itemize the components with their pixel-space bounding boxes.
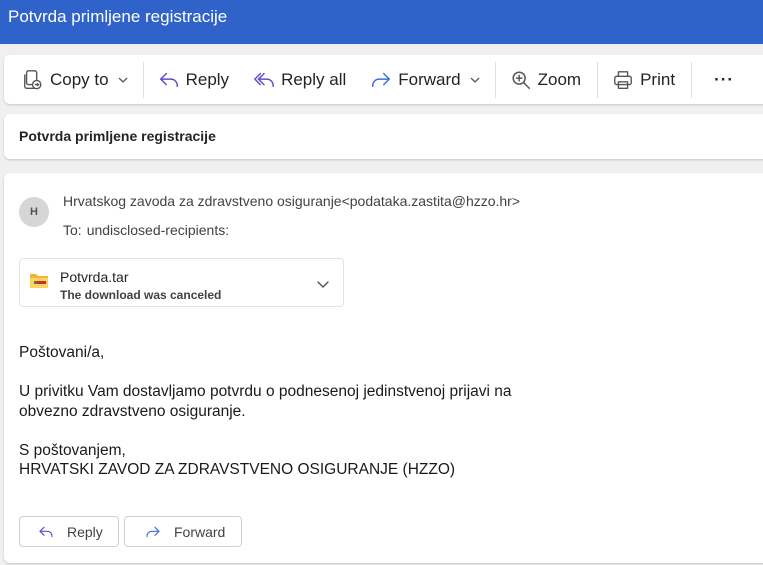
toolbar-divider [494,61,496,98]
bottom-forward-label: Forward [174,523,226,540]
reply-icon [159,72,178,87]
bottom-reply-button[interactable]: Reply [19,516,119,547]
message-toolbar: Copy to Reply Reply all Forward Zoom Pri… [4,55,763,104]
body-signoff: S poštovanjem, [19,441,126,459]
reply-all-label: Reply all [281,69,347,89]
bottom-reply-label: Reply [67,523,103,540]
zoom-icon [512,70,530,89]
print-label: Print [640,69,676,89]
chevron-down-icon [470,77,480,83]
body-line: U privitku Vam dostavljamo potvrdu o pod… [19,383,512,400]
print-icon [614,70,633,89]
window-title: Potvrda primljene registracije [8,7,228,26]
zoom-label: Zoom [537,69,582,89]
recipients-value[interactable]: undisclosed-recipients: [87,222,229,238]
recipients-line: To: undisclosed-recipients: [63,222,229,238]
toolbar-divider [142,61,144,98]
archive-folder-icon [30,274,48,288]
chevron-down-icon [118,77,128,83]
reply-button[interactable]: Reply [150,62,237,98]
more-options-button[interactable]: ··· [706,62,742,98]
more-options-icon: ··· [714,69,735,89]
attachment-card[interactable]: Potvrda.tar The download was canceled [19,258,344,307]
toolbar-divider [691,61,693,98]
body-line: obvezno zdravstveno osiguranje. [19,402,246,420]
reply-icon [39,526,53,537]
print-button[interactable]: Print [604,62,683,98]
zoom-button[interactable]: Zoom [502,62,589,98]
attachment-status: The download was canceled [60,288,222,302]
avatar-initial: H [30,206,38,218]
subject-header: Potvrda primljene registracije [4,114,763,159]
reply-all-button[interactable]: Reply all [245,62,354,98]
bottom-forward-button[interactable]: Forward [124,516,242,547]
forward-button[interactable]: Forward [362,62,488,98]
forward-icon [372,72,391,87]
copy-to-label: Copy to [50,69,109,89]
message-card: H Hrvatskog zavoda za zdravstveno osigur… [4,173,763,563]
toolbar-divider [597,61,599,98]
attachment-name: Potvrda.tar [60,269,129,285]
copy-to-icon [24,69,42,89]
forward-icon [146,526,160,537]
window-titlebar: Potvrda primljene registracije [0,0,763,44]
to-label: To: [63,222,82,238]
body-greeting: Poštovani/a, [19,344,105,361]
chevron-down-icon[interactable] [316,277,330,291]
message-body: Poštovani/a, U privitku Vam dostavljamo … [19,343,619,480]
reply-all-icon [254,72,274,87]
body-signature: HRVATSKI ZAVOD ZA ZDRAVSTVENO OSIGURANJE… [19,461,456,478]
sender-address[interactable]: Hrvatskog zavoda za zdravstveno osiguran… [63,193,520,209]
message-subject: Potvrda primljene registracije [19,128,216,144]
copy-to-button[interactable]: Copy to [14,62,137,98]
reply-label: Reply [185,69,230,89]
sender-avatar[interactable]: H [19,197,49,227]
forward-label: Forward [398,69,461,89]
